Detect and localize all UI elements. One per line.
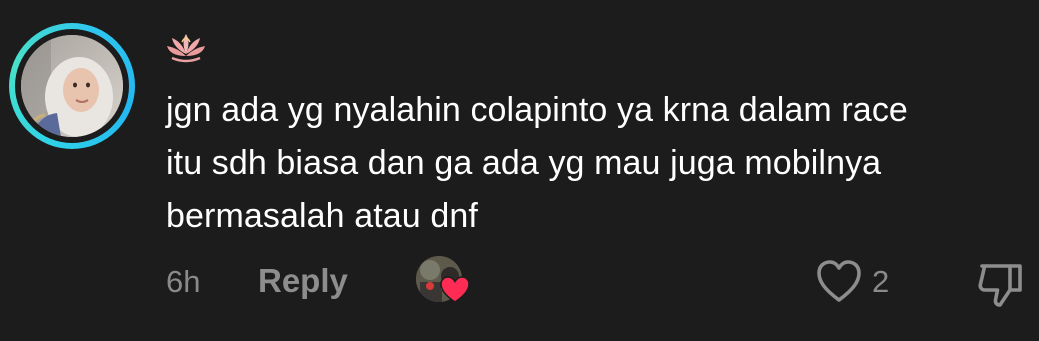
comment-item: jgn ada yg nyalahin colapinto ya krna da… — [0, 0, 1039, 341]
comment-text-line: bermasalah atau dnf — [166, 197, 478, 235]
thumbs-down-icon — [978, 264, 1022, 307]
comment-text-line: itu sdh biasa dan ga ada yg mau juga mob… — [166, 144, 882, 182]
comment-actions: 6h Reply 2 — [0, 254, 1039, 310]
lotus-icon — [166, 30, 206, 66]
commenter-avatar-story-ring[interactable] — [9, 23, 135, 149]
comment-text: jgn ada yg nyalahin colapinto ya krna da… — [166, 84, 1026, 243]
heart-icon — [440, 276, 470, 304]
comment-timestamp: 6h — [166, 264, 201, 299]
comment-text-line: jgn ada yg nyalahin colapinto ya krna da… — [166, 91, 908, 129]
heart-outline-icon — [817, 260, 861, 302]
dislike-button[interactable] — [974, 256, 1028, 310]
liked-by-creator-badge — [416, 256, 472, 306]
reply-button[interactable]: Reply — [258, 262, 348, 300]
like-count: 2 — [872, 264, 890, 299]
commenter-avatar[interactable] — [21, 35, 123, 137]
like-button[interactable] — [814, 256, 864, 306]
